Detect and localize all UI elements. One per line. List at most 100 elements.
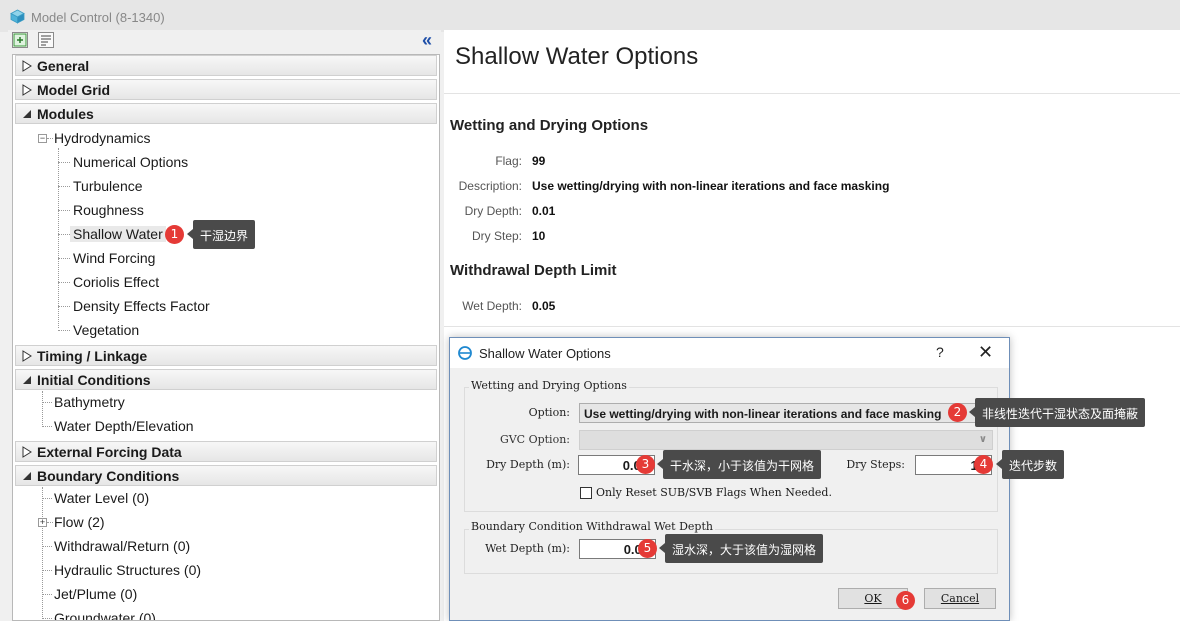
wet-depth-value: 0.05 <box>532 299 556 313</box>
tree-item-density-effects[interactable]: Density Effects Factor <box>73 298 210 314</box>
tree-item-hydrodynamics[interactable]: Hydrodynamics <box>54 130 150 146</box>
dry-step-value: 10 <box>532 229 546 243</box>
dialog-title: Shallow Water Options <box>479 346 611 361</box>
annotation-badge-2: 2 <box>948 403 967 422</box>
collapse-triangle-icon[interactable] <box>22 108 32 120</box>
annotation-badge-1: 1 <box>165 225 184 244</box>
collapse-triangle-icon[interactable] <box>22 374 32 386</box>
tree-item-jet-plume[interactable]: Jet/Plume (0) <box>54 586 137 602</box>
only-reset-checkbox-label[interactable]: Only Reset SUB/SVB Flags When Needed. <box>596 486 832 499</box>
flag-value: 99 <box>532 154 546 168</box>
group-label: Timing / Linkage <box>37 348 148 364</box>
expand-triangle-icon[interactable] <box>22 60 32 72</box>
tree-group-timing[interactable]: Timing / Linkage <box>15 345 437 366</box>
help-button[interactable]: ? <box>936 344 944 360</box>
plus-expander-icon[interactable]: + <box>38 518 47 527</box>
dry-depth-label: Dry Depth: <box>464 204 522 218</box>
close-icon[interactable]: ✕ <box>978 342 993 363</box>
tree-item-bathymetry[interactable]: Bathymetry <box>54 394 125 410</box>
tree-item-flow[interactable]: Flow (2) <box>54 514 105 530</box>
tree-item-coriolis-effect[interactable]: Coriolis Effect <box>73 274 159 290</box>
wetting-section-heading: Wetting and Drying Options <box>450 117 649 134</box>
expand-triangle-icon[interactable] <box>22 84 32 96</box>
tree-item-water-depth[interactable]: Water Depth/Elevation <box>54 418 194 434</box>
group-label: Modules <box>37 106 94 122</box>
dry-depth-value: 0.01 <box>532 204 556 218</box>
expand-triangle-icon[interactable] <box>22 446 32 458</box>
expand-triangle-icon[interactable] <box>22 350 32 362</box>
description-label: Description: <box>458 179 522 193</box>
dialog-titlebar[interactable]: Shallow Water Options ? ✕ <box>450 338 1009 368</box>
option-selected-value: Use wetting/drying with non-linear itera… <box>584 407 942 421</box>
tree-item-groundwater[interactable]: Groundwater (0) <box>54 610 156 620</box>
tree-item-shallow-water[interactable]: Shallow Water <box>70 226 166 242</box>
tree-item-water-level[interactable]: Water Level (0) <box>54 490 149 506</box>
tree-item-numerical-options[interactable]: Numerical Options <box>73 154 188 170</box>
only-reset-checkbox[interactable] <box>580 487 592 499</box>
tree-group-boundary-conditions[interactable]: Boundary Conditions <box>15 465 437 486</box>
tree-connector <box>47 522 53 523</box>
page-title: Shallow Water Options <box>455 43 699 70</box>
tree-item-wind-forcing[interactable]: Wind Forcing <box>73 250 155 266</box>
collapse-all-icon[interactable] <box>38 32 54 48</box>
minus-expander-icon[interactable]: − <box>38 134 47 143</box>
tree-group-initial-conditions[interactable]: Initial Conditions <box>15 369 437 390</box>
tree-connector <box>42 570 52 571</box>
wetting-group-legend: Wetting and Drying Options <box>469 379 629 392</box>
dialog-app-icon <box>458 346 472 360</box>
annotation-badge-4: 4 <box>974 455 993 474</box>
cancel-button-label: Cancel <box>940 592 980 605</box>
tree-item-hydraulic-structures[interactable]: Hydraulic Structures (0) <box>54 562 201 578</box>
wet-depth-field-label: Wet Depth (m): <box>485 542 570 555</box>
group-label: Model Grid <box>37 82 111 98</box>
annotation-callout-1: 干湿边界 <box>186 220 256 249</box>
dry-step-label: Dry Step: <box>471 229 522 243</box>
tree-connector <box>58 330 70 331</box>
dry-steps-label: Dry Steps: <box>846 458 905 471</box>
tree-connector <box>42 426 52 427</box>
tree-item-turbulence[interactable]: Turbulence <box>73 178 143 194</box>
gvc-option-dropdown[interactable]: ∨ <box>579 430 993 450</box>
left-panel: « General Model Grid Modules − Hydrodyna… <box>8 30 441 621</box>
option-dropdown[interactable]: Use wetting/drying with non-linear itera… <box>579 403 993 423</box>
flag-label: Flag: <box>495 154 522 168</box>
tree-group-modules[interactable]: Modules <box>15 103 437 124</box>
annotation-badge-5: 5 <box>638 539 657 558</box>
collapse-triangle-icon[interactable] <box>22 470 32 482</box>
tree-connector <box>58 234 70 235</box>
annotation-badge-3: 3 <box>636 455 655 474</box>
tree-connector <box>42 498 52 499</box>
tree-item-roughness[interactable]: Roughness <box>73 202 144 218</box>
withdrawal-section-heading: Withdrawal Depth Limit <box>450 262 617 279</box>
model-tree: General Model Grid Modules − Hydrodynami… <box>12 54 440 621</box>
tree-item-withdrawal-return[interactable]: Withdrawal/Return (0) <box>54 538 190 554</box>
option-label: Option: <box>528 406 570 419</box>
chevron-down-icon: ∨ <box>978 434 987 445</box>
shallow-water-dialog: Shallow Water Options ? ✕ Wetting and Dr… <box>449 337 1010 621</box>
window-title: Model Control (8-1340) <box>31 10 165 25</box>
cancel-button[interactable]: Cancel <box>924 588 996 609</box>
tree-connector <box>58 186 70 187</box>
divider <box>444 93 1180 94</box>
annotation-badge-6: 6 <box>896 591 915 610</box>
expand-all-icon[interactable] <box>12 32 28 48</box>
tree-connector <box>42 594 52 595</box>
tree-connector <box>42 618 52 619</box>
tree-connector <box>42 546 52 547</box>
collapse-panel-icon[interactable]: « <box>422 30 432 51</box>
tree-connector <box>58 258 70 259</box>
tree-group-external-forcing[interactable]: External Forcing Data <box>15 441 437 462</box>
gvc-option-label: GVC Option: <box>499 433 570 446</box>
tree-group-general[interactable]: General <box>15 55 437 76</box>
ok-button-label: OK <box>864 592 882 605</box>
annotation-callout-4: 迭代步数 <box>995 450 1065 479</box>
group-label: Boundary Conditions <box>37 468 180 484</box>
app-cube-icon <box>10 9 25 24</box>
tree-connector <box>58 282 70 283</box>
tree-connector <box>42 391 43 427</box>
annotation-callout-5: 湿水深，大于该值为湿网格 <box>658 534 824 563</box>
window-titlebar: Model Control (8-1340) <box>0 0 1180 32</box>
annotation-callout-3: 干水深，小于该值为干网格 <box>656 450 822 479</box>
tree-item-vegetation[interactable]: Vegetation <box>73 322 139 338</box>
tree-group-model-grid[interactable]: Model Grid <box>15 79 437 100</box>
